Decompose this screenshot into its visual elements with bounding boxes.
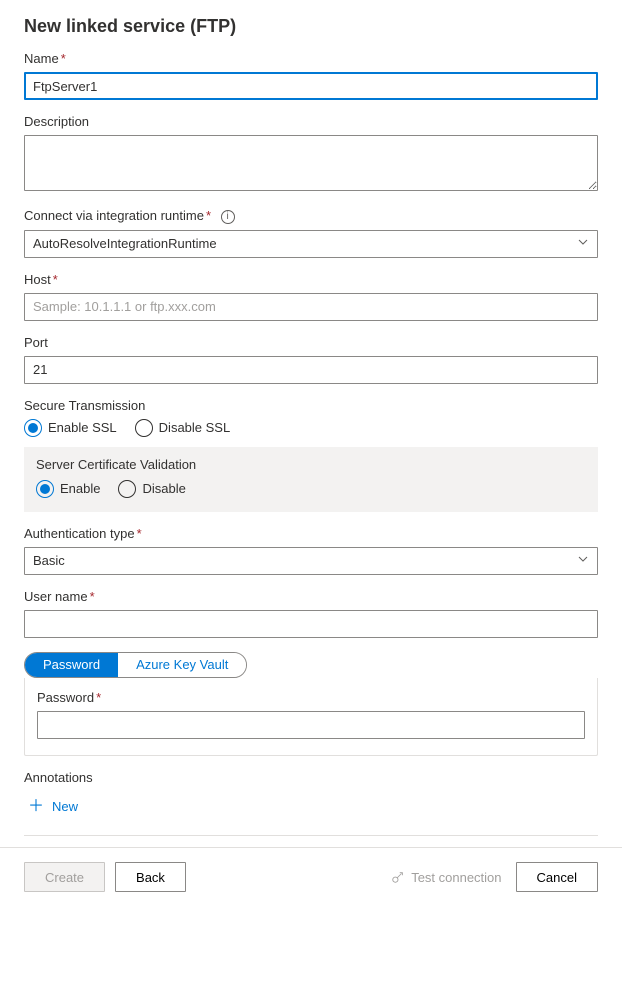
runtime-label: Connect via integration runtime* i xyxy=(24,208,598,224)
radio-cert-disable[interactable]: Disable xyxy=(118,480,185,498)
auth-type-value: Basic xyxy=(33,553,65,568)
connection-icon xyxy=(391,870,405,884)
chevron-down-icon xyxy=(577,553,589,568)
cert-validation-block: Server Certificate Validation Enable Dis… xyxy=(24,447,598,512)
auth-type-select[interactable]: Basic xyxy=(24,547,598,575)
required-asterisk: * xyxy=(53,272,58,287)
field-secure-transmission: Secure Transmission Enable SSL Disable S… xyxy=(24,398,598,512)
secure-transmission-radios: Enable SSL Disable SSL xyxy=(24,419,598,437)
field-description: Description xyxy=(24,114,598,194)
required-asterisk: * xyxy=(137,526,142,541)
field-credential: Password Azure Key Vault Password* xyxy=(24,652,598,756)
password-input[interactable] xyxy=(37,711,585,739)
name-input[interactable] xyxy=(24,72,598,100)
password-label: Password* xyxy=(37,690,585,705)
auth-type-label: Authentication type* xyxy=(24,526,598,541)
field-auth-type: Authentication type* Basic xyxy=(24,526,598,575)
annotations-label: Annotations xyxy=(24,770,598,785)
description-input[interactable] xyxy=(24,135,598,191)
add-annotation-button[interactable]: ＋ New xyxy=(24,793,82,821)
pill-password[interactable]: Password xyxy=(25,653,118,677)
chevron-down-icon xyxy=(577,236,589,251)
password-box: Password* xyxy=(24,678,598,756)
required-asterisk: * xyxy=(96,690,101,705)
cancel-button[interactable]: Cancel xyxy=(516,862,598,892)
plus-icon: ＋ xyxy=(28,799,44,815)
host-input[interactable] xyxy=(24,293,598,321)
test-connection-button[interactable]: Test connection xyxy=(391,870,501,885)
runtime-value: AutoResolveIntegrationRuntime xyxy=(33,236,217,251)
radio-cert-enable[interactable]: Enable xyxy=(36,480,100,498)
footer-right: Test connection Cancel xyxy=(391,862,598,892)
username-label: User name* xyxy=(24,589,598,604)
runtime-select[interactable]: AutoResolveIntegrationRuntime xyxy=(24,230,598,258)
field-port: Port xyxy=(24,335,598,384)
page-title: New linked service (FTP) xyxy=(24,16,598,37)
create-button[interactable]: Create xyxy=(24,862,105,892)
credential-source-toggle: Password Azure Key Vault xyxy=(24,652,247,678)
info-icon[interactable]: i xyxy=(221,210,235,224)
back-button[interactable]: Back xyxy=(115,862,186,892)
required-asterisk: * xyxy=(61,51,66,66)
divider xyxy=(24,835,598,836)
field-name: Name* xyxy=(24,51,598,100)
required-asterisk: * xyxy=(90,589,95,604)
radio-enable-ssl[interactable]: Enable SSL xyxy=(24,419,117,437)
host-label: Host* xyxy=(24,272,598,287)
port-input[interactable] xyxy=(24,356,598,384)
footer-bar: Create Back Test connection Cancel xyxy=(0,847,622,906)
username-input[interactable] xyxy=(24,610,598,638)
cert-validation-label: Server Certificate Validation xyxy=(36,457,586,472)
pill-azure-key-vault[interactable]: Azure Key Vault xyxy=(118,653,246,677)
field-username: User name* xyxy=(24,589,598,638)
secure-transmission-label: Secure Transmission xyxy=(24,398,598,413)
port-label: Port xyxy=(24,335,598,350)
required-asterisk: * xyxy=(206,208,211,223)
description-label: Description xyxy=(24,114,598,129)
footer-left: Create Back xyxy=(24,862,186,892)
linked-service-form: New linked service (FTP) Name* Descripti… xyxy=(0,0,622,994)
field-host: Host* xyxy=(24,272,598,321)
name-label: Name* xyxy=(24,51,598,66)
radio-disable-ssl[interactable]: Disable SSL xyxy=(135,419,231,437)
cert-validation-radios: Enable Disable xyxy=(36,480,586,498)
field-runtime: Connect via integration runtime* i AutoR… xyxy=(24,208,598,258)
